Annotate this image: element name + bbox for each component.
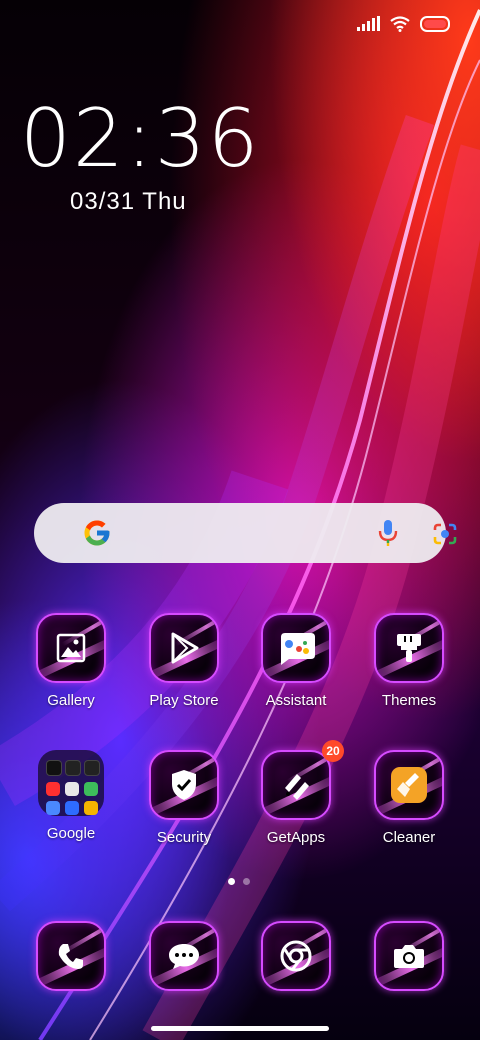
wifi-icon [390, 16, 410, 32]
gallery-icon [56, 633, 86, 663]
google-folder[interactable] [38, 750, 104, 816]
cleaner-broom-icon [391, 767, 427, 803]
clock-time[interactable]: 02:36 [20, 92, 261, 185]
home-gesture-bar[interactable] [151, 1026, 329, 1031]
app-label: Cleaner [382, 829, 436, 846]
home-screen: 02:36 03/31 Thu Gallery Play Store Assis… [0, 0, 480, 1040]
google-search-bar[interactable] [34, 503, 457, 563]
app-icon-frame[interactable] [149, 921, 219, 991]
app-icon-frame[interactable] [149, 613, 219, 683]
app-label: Play Store [149, 692, 219, 709]
shield-check-icon [172, 770, 196, 800]
dock-messages[interactable] [134, 921, 234, 991]
page-indicator [228, 878, 250, 885]
app-gallery[interactable]: Gallery [21, 613, 121, 709]
app-icon-frame[interactable] [374, 921, 444, 991]
google-g-icon [84, 520, 110, 546]
themes-brush-icon [397, 634, 421, 662]
play-store-icon [171, 632, 199, 664]
folder-google[interactable]: Google [21, 750, 121, 842]
app-assistant[interactable]: Assistant [246, 613, 346, 709]
app-themes[interactable]: Themes [359, 613, 459, 709]
app-security[interactable]: Security [134, 750, 234, 846]
assistant-icon [281, 633, 315, 665]
app-icon-frame[interactable] [261, 750, 331, 820]
phone-icon [58, 944, 83, 969]
notification-badge: 20 [322, 740, 344, 762]
app-label: Gallery [47, 692, 95, 709]
app-icon-frame[interactable] [149, 750, 219, 820]
app-icon-frame[interactable] [36, 921, 106, 991]
app-icon-frame[interactable] [261, 613, 331, 683]
dock-chrome[interactable] [246, 921, 346, 991]
app-icon-frame[interactable] [261, 921, 331, 991]
google-lens-icon[interactable] [432, 522, 458, 546]
app-label: Themes [381, 692, 437, 709]
dock-phone[interactable] [21, 921, 121, 991]
battery-icon [420, 16, 450, 32]
message-icon [169, 944, 199, 969]
app-icon-frame[interactable] [374, 750, 444, 820]
dock-camera[interactable] [359, 921, 459, 991]
page-dot-active [228, 878, 235, 885]
app-label: Security [156, 829, 212, 846]
app-label: Assistant [265, 692, 327, 709]
app-label: Google [46, 825, 96, 842]
getapps-icon [285, 774, 309, 800]
app-icon-frame[interactable] [36, 613, 106, 683]
page-dot [243, 878, 250, 885]
status-bar [357, 16, 450, 32]
app-play-store[interactable]: Play Store [134, 613, 234, 709]
chrome-icon [280, 940, 312, 972]
signal-icon [357, 16, 380, 31]
camera-icon [394, 945, 424, 968]
app-cleaner[interactable]: Cleaner [359, 750, 459, 846]
app-getapps[interactable]: 20 GetApps [246, 740, 346, 846]
clock-date[interactable]: 03/31 Thu [70, 188, 187, 216]
microphone-icon[interactable] [378, 519, 398, 547]
app-icon-frame[interactable] [374, 613, 444, 683]
app-label: GetApps [266, 829, 326, 846]
